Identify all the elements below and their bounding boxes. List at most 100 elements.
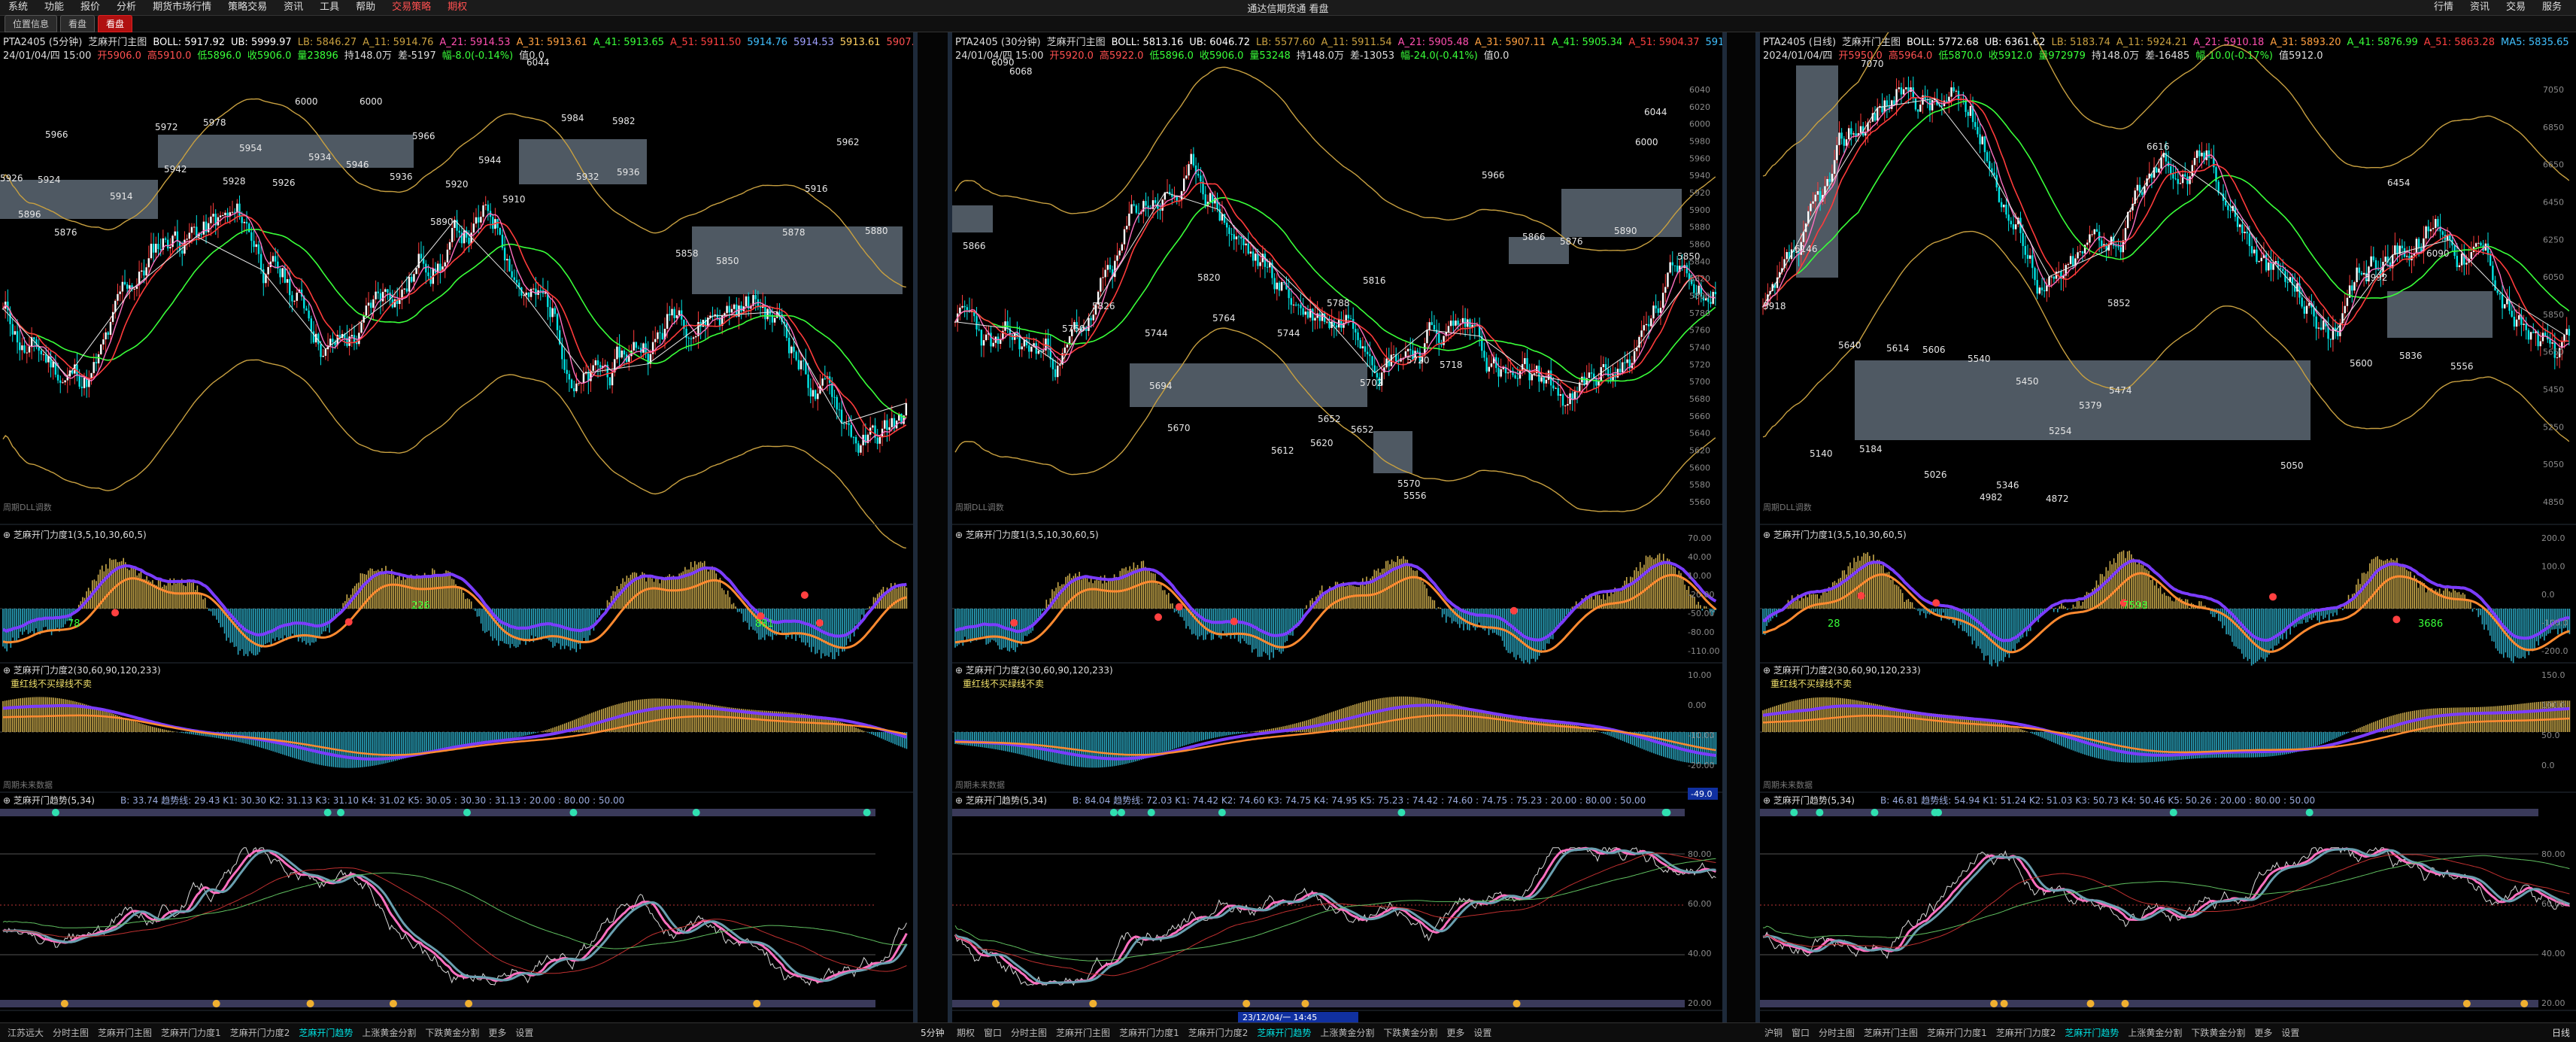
price-tag: 5820 bbox=[1197, 272, 1221, 283]
y-axis-tick: 5850 bbox=[2543, 310, 2564, 320]
candle-body bbox=[50, 356, 51, 367]
menu-right-2[interactable]: 交易 bbox=[2498, 0, 2534, 15]
candle-body bbox=[1191, 154, 1192, 165]
menu-right-0[interactable]: 行情 bbox=[2426, 0, 2462, 15]
menu-item-hl-0[interactable]: 交易策略 bbox=[384, 0, 439, 15]
candle-body bbox=[105, 333, 106, 339]
candle-body bbox=[1834, 160, 1835, 174]
candle-body bbox=[1646, 324, 1647, 325]
candle-body bbox=[1998, 187, 2000, 202]
candle-body bbox=[1088, 318, 1089, 331]
candle-body bbox=[134, 289, 135, 290]
menu-item-0[interactable]: 系统 bbox=[0, 0, 36, 15]
candle-body bbox=[566, 370, 568, 374]
power2-title[interactable]: ⊕ 芝麻开门力度2(30,60,90,120,233) bbox=[3, 664, 161, 676]
price-tag: 5918 bbox=[1763, 301, 1786, 311]
candle-body bbox=[1485, 357, 1487, 371]
candle-body bbox=[1248, 244, 1249, 254]
candle-body bbox=[1715, 292, 1716, 294]
menu-item-3[interactable]: 分析 bbox=[108, 0, 144, 15]
candle-body bbox=[2053, 277, 2055, 279]
candle-body bbox=[311, 318, 312, 331]
bottom-signal-dot bbox=[1301, 1000, 1309, 1007]
menu-item-2[interactable]: 报价 bbox=[72, 0, 108, 15]
power2-note: 重红线不买绿线不卖 bbox=[1770, 678, 1852, 689]
power1-title[interactable]: ⊕ 芝麻开门力度1(3,5,10,30,60,5) bbox=[3, 529, 147, 540]
candle-body bbox=[2344, 306, 2346, 314]
candle-body bbox=[1052, 360, 1054, 369]
candle-body bbox=[1543, 377, 1544, 383]
candle-body bbox=[1507, 372, 1509, 373]
candle-body bbox=[1367, 352, 1368, 354]
power1-fast-line bbox=[1763, 573, 2569, 652]
candle-body bbox=[2304, 307, 2305, 314]
candle-body bbox=[2239, 224, 2241, 226]
candle-body bbox=[1250, 251, 1252, 254]
candle-body bbox=[2098, 232, 2100, 240]
candle-body bbox=[122, 282, 123, 292]
menu-right-1[interactable]: 资讯 bbox=[2462, 0, 2498, 15]
candle-body bbox=[2077, 252, 2078, 258]
candle-body bbox=[1662, 293, 1664, 308]
menu-item-8[interactable]: 帮助 bbox=[347, 0, 384, 15]
candle-body bbox=[332, 339, 333, 342]
chart-panel-p2[interactable]: PTA2405 (30分钟)芝麻开门主图BOLL: 5813.16UB: 604… bbox=[952, 32, 1722, 1022]
menu-item-hl-1[interactable]: 期权 bbox=[439, 0, 475, 15]
bottom-signal-dot bbox=[213, 1000, 220, 1007]
candle-body bbox=[1021, 346, 1023, 349]
trend-title[interactable]: ⊕ 芝麻开门趋势(5,34) bbox=[3, 794, 95, 806]
candle-body bbox=[169, 247, 171, 248]
candle-body bbox=[329, 339, 331, 345]
candle-body bbox=[2198, 150, 2200, 156]
power2-title[interactable]: ⊕ 芝麻开门力度2(30,60,90,120,233) bbox=[1763, 664, 1921, 676]
menu-item-6[interactable]: 资讯 bbox=[275, 0, 311, 15]
candle-body bbox=[57, 375, 59, 381]
candle-body bbox=[2375, 260, 2377, 269]
power2-note: 重红线不买绿线不卖 bbox=[11, 678, 92, 689]
chart-panel-p3[interactable]: PTA2405 (日线)芝麻开门主图BOLL: 5772.68UB: 6361.… bbox=[1760, 32, 2576, 1022]
candle-body bbox=[2477, 243, 2479, 244]
candle-body bbox=[798, 360, 800, 369]
candle-body bbox=[1255, 254, 1256, 260]
candle-body bbox=[1209, 193, 1211, 202]
price-tag: 5914 bbox=[110, 191, 133, 202]
candle-body bbox=[633, 342, 634, 351]
candle-body bbox=[2370, 257, 2371, 267]
menu-right-3[interactable]: 服务 bbox=[2534, 0, 2570, 15]
candle-body bbox=[824, 378, 826, 379]
candle-body bbox=[21, 345, 23, 350]
candle-body bbox=[2442, 232, 2444, 235]
menu-item-5[interactable]: 策略交易 bbox=[220, 0, 275, 15]
candle-body bbox=[2475, 243, 2477, 247]
tab-watch-2[interactable]: 看盘 bbox=[98, 15, 132, 32]
trend-title[interactable]: ⊕ 芝麻开门趋势(5,34) bbox=[955, 794, 1047, 806]
power1-title[interactable]: ⊕ 芝麻开门力度1(3,5,10,30,60,5) bbox=[955, 529, 1099, 540]
menu-item-4[interactable]: 期货市场行情 bbox=[144, 0, 220, 15]
candle-body bbox=[2005, 205, 2007, 214]
chart-panel-p1[interactable]: PTA2405 (5分钟)芝麻开门主图BOLL: 5917.92UB: 5999… bbox=[0, 32, 913, 1022]
tab-watch-1[interactable]: 看盘 bbox=[60, 15, 95, 32]
menu-item-7[interactable]: 工具 bbox=[311, 0, 347, 15]
price-tag: 5346 bbox=[1996, 480, 2019, 491]
candle-body bbox=[2568, 329, 2570, 336]
chart-canvas[interactable]: 6068609058665826582057605744576457445788… bbox=[952, 32, 1722, 1022]
tab-position-info[interactable]: 位置信息 bbox=[5, 15, 57, 32]
menu-item-1[interactable]: 功能 bbox=[36, 0, 72, 15]
power1-title[interactable]: ⊕ 芝麻开门力度1(3,5,10,30,60,5) bbox=[1763, 529, 1907, 540]
candle-body bbox=[2499, 293, 2501, 294]
candle-body bbox=[289, 279, 290, 295]
candle-body bbox=[1970, 106, 1971, 116]
sub-watermark: 周期未来数据 bbox=[955, 779, 1005, 790]
power1-axis-tick: -20.00 bbox=[1688, 590, 1714, 600]
candle-body bbox=[1100, 278, 1101, 291]
y-axis-tick: 7050 bbox=[2543, 85, 2564, 95]
candle-body bbox=[1238, 236, 1239, 237]
candle-body bbox=[372, 299, 374, 308]
chart-canvas[interactable]: 5926592459665942597259785954592859265934… bbox=[0, 32, 913, 1022]
chart-canvas[interactable]: 7070614659186616564056145606554054505474… bbox=[1760, 32, 2576, 1022]
candle-body bbox=[578, 383, 579, 384]
candle-body bbox=[2437, 219, 2438, 226]
candle-body bbox=[418, 254, 420, 268]
power2-title[interactable]: ⊕ 芝麻开门力度2(30,60,90,120,233) bbox=[955, 664, 1113, 676]
candle-body bbox=[449, 242, 451, 250]
